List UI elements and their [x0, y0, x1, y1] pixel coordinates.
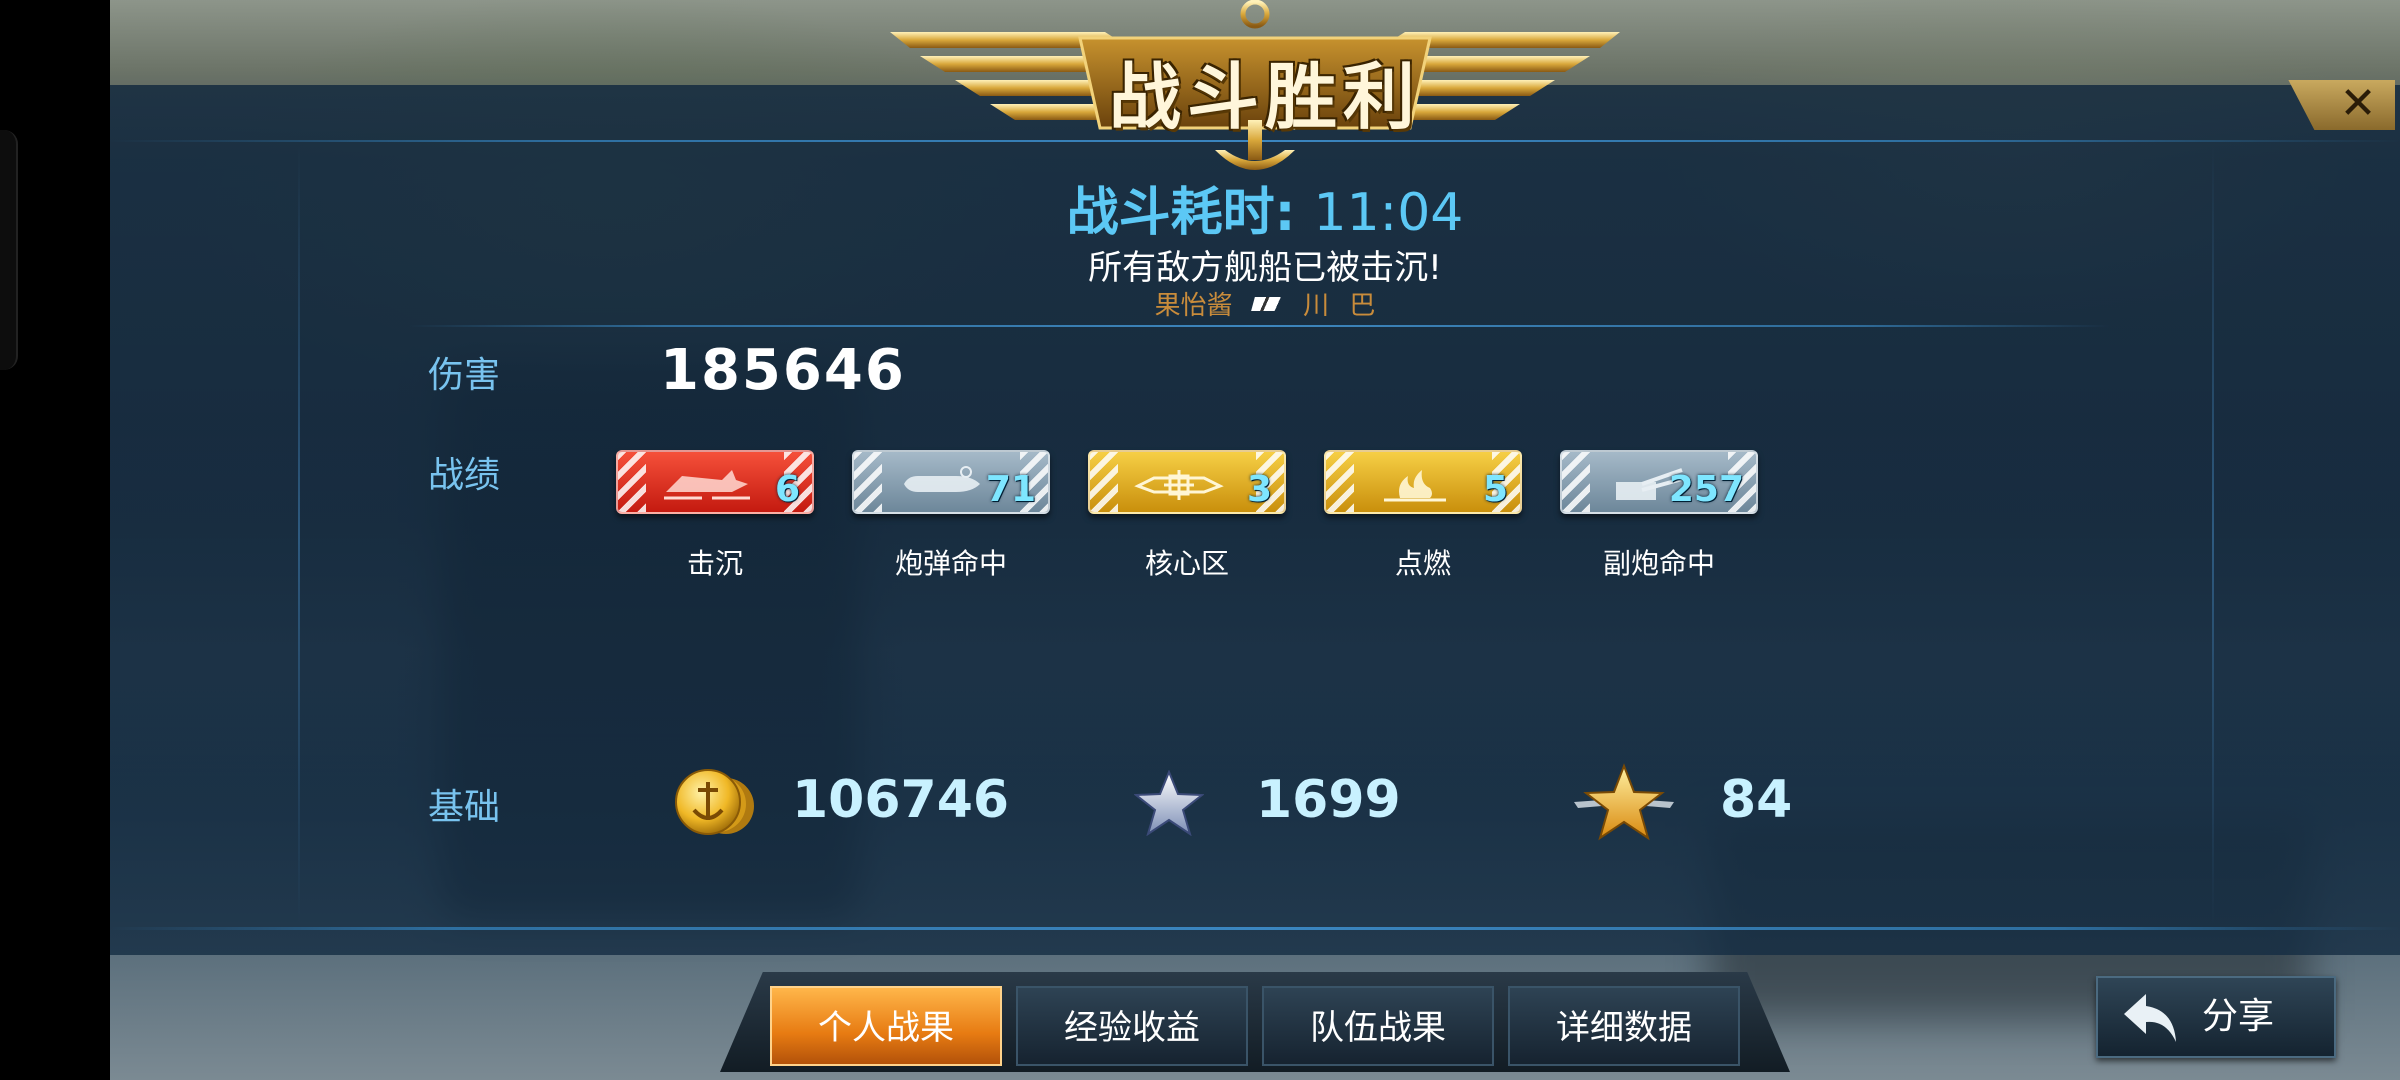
rank-star-icon	[1574, 763, 1674, 841]
close-icon[interactable]: ✕	[2333, 80, 2383, 130]
record-caption: 炮弹命中	[894, 547, 1007, 580]
record-badge-ignite[interactable]: 5	[1324, 450, 1522, 514]
fire-icon	[1384, 470, 1446, 502]
player-names: 果怡酱 川 巴	[900, 285, 1630, 321]
share-arrow-icon	[2124, 994, 2176, 1042]
damage-value: 185646	[660, 338, 906, 403]
record-caption: 副炮命中	[1602, 547, 1715, 580]
player-name: 果怡酱	[1154, 291, 1233, 321]
record-value: 5	[1482, 469, 1508, 510]
tab-team-result[interactable]: 队伍战果	[1262, 986, 1494, 1066]
experience-star-icon	[1134, 770, 1204, 836]
separator-flag-icon	[1250, 296, 1285, 311]
battle-duration: 战斗耗时: 11:04	[900, 170, 1630, 245]
record-value: 3	[1246, 469, 1272, 510]
rank-points-value: 84	[1720, 770, 1793, 830]
battle-duration-label: 战斗耗时:	[1066, 183, 1296, 243]
victory-title: 战斗胜利	[1108, 54, 1421, 139]
shell-icon	[904, 466, 980, 492]
record-badge-shell-hits[interactable]: 71	[852, 450, 1050, 514]
sink-ship-icon	[664, 470, 750, 500]
damage-label: 伤害	[428, 355, 501, 396]
coin-icon	[675, 769, 754, 835]
record-badge-secondary-hits[interactable]: 257	[1560, 450, 1758, 514]
share-label: 分享	[2202, 996, 2275, 1037]
base-label: 基础	[428, 787, 501, 828]
record-value: 71	[985, 469, 1036, 510]
experience-value: 1699	[1256, 770, 1401, 830]
record-caption: 点燃	[1394, 547, 1451, 580]
player-name: 川	[1303, 291, 1330, 321]
tab-personal-result[interactable]: 个人战果	[770, 986, 1002, 1066]
share-button[interactable]: 分享	[2096, 976, 2336, 1058]
tab-detailed-data[interactable]: 详细数据	[1508, 986, 1740, 1066]
device-notch	[0, 130, 18, 370]
record-caption: 核心区	[1144, 547, 1229, 580]
core-zone-icon	[1134, 470, 1224, 500]
record-value: 257	[1668, 469, 1744, 510]
battle-result-message: 所有敌方舰船已被击沉!	[1088, 248, 1442, 288]
record-badge-sink[interactable]: 6	[616, 450, 814, 514]
record-caption: 击沉	[686, 547, 743, 580]
player-name: 巴	[1349, 291, 1376, 321]
record-value: 6	[774, 469, 800, 510]
tab-experience-gain[interactable]: 经验收益	[1016, 986, 1248, 1066]
coins-value: 106746	[792, 770, 1010, 830]
record-badge-core-zone[interactable]: 3	[1088, 450, 1286, 514]
battle-duration-value: 11:04	[1313, 183, 1464, 243]
record-label: 战绩	[428, 455, 501, 496]
